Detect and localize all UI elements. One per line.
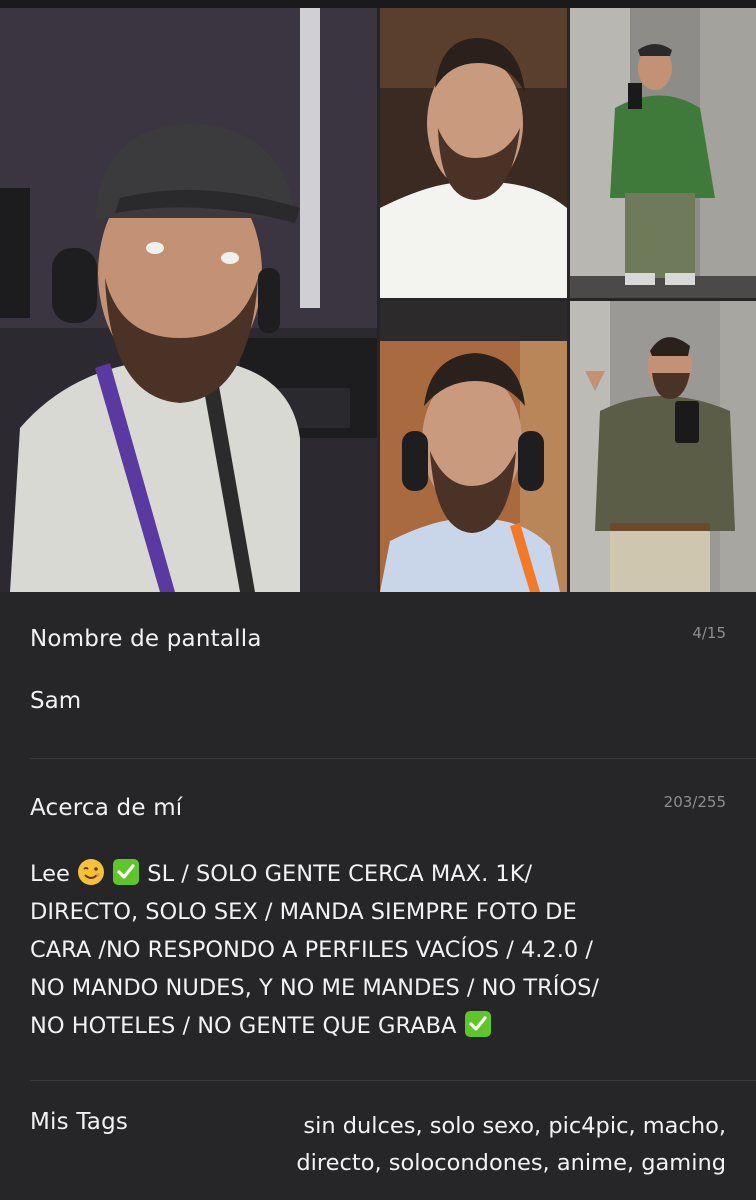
tags-label: Mis Tags: [30, 1109, 129, 1135]
tags-line-2: directo, solocondones, anime, gaming: [296, 1150, 726, 1176]
divider: [30, 758, 756, 759]
about-line-1-end: SL / SOLO GENTE CERCA MAX. 1K/: [140, 861, 533, 887]
status-strip: [0, 0, 756, 8]
image-icon[interactable]: [22, 527, 377, 592]
screen-name-label: Nombre de pantalla: [30, 626, 262, 652]
wink-emoji-icon: [77, 859, 104, 885]
about-line-2: DIRECTO, SOLO SEX / MANDA SIEMPRE FOTO D…: [30, 899, 577, 925]
screen-name-counter: 4/15: [692, 624, 726, 642]
profile-photo-4[interactable]: [380, 301, 567, 592]
tags-line-1: sin dulces, solo sexo, pic4pic, macho,: [303, 1113, 726, 1139]
profile-photo-5[interactable]: [570, 301, 756, 592]
about-line-5-text: NO HOTELES / NO GENTE QUE GRABA: [30, 1013, 464, 1039]
divider: [30, 1080, 756, 1081]
profile-photo-3[interactable]: [570, 8, 756, 298]
about-line-1: Lee SL / SOLO GENTE CERCA MAX. 1K/: [30, 855, 730, 893]
about-textarea[interactable]: Lee SL / SOLO GENTE CERCA MAX. 1K/ DIREC…: [30, 855, 730, 1045]
about-line-3: CARA /NO RESPONDO A PERFILES VACÍOS / 4.…: [30, 937, 593, 963]
screen-name-input[interactable]: Sam: [30, 688, 81, 714]
about-counter: 203/255: [663, 793, 726, 811]
tags-value[interactable]: sin dulces, solo sexo, pic4pic, macho, d…: [206, 1108, 726, 1182]
about-line-5: NO HOTELES / NO GENTE QUE GRABA: [30, 1007, 730, 1045]
profile-photo-main[interactable]: [0, 8, 377, 592]
check-emoji-icon: [464, 1011, 491, 1037]
check-emoji-icon: [113, 859, 140, 885]
about-line-1-start: Lee: [30, 861, 77, 887]
profile-photo-2[interactable]: [380, 8, 567, 298]
about-line-4: NO MANDO NUDES, Y NO ME MANDES / NO TRÍO…: [30, 975, 599, 1001]
about-label: Acerca de mí: [30, 795, 183, 821]
